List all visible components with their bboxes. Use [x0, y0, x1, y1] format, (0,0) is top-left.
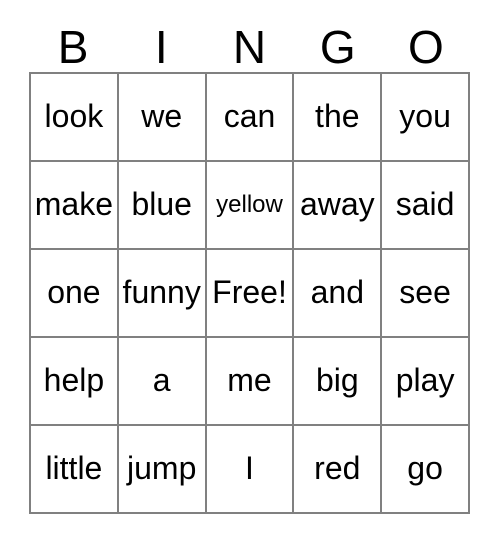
bingo-cell[interactable]: see — [382, 250, 470, 338]
bingo-cell-label: help — [43, 362, 105, 399]
bingo-cell[interactable]: said — [382, 162, 470, 250]
bingo-cell-label: said — [395, 186, 455, 223]
bingo-cell[interactable]: I — [206, 426, 295, 514]
bingo-cell-label: yellow — [216, 191, 283, 219]
bingo-cell-label: a — [152, 362, 171, 399]
bingo-cell-label: the — [315, 98, 360, 135]
bingo-free-space-label: Free! — [212, 274, 287, 311]
bingo-cell[interactable]: big — [294, 338, 383, 426]
bingo-cell[interactable]: play — [382, 338, 470, 426]
bingo-header-row: B I N G O — [29, 14, 470, 72]
bingo-cell[interactable]: funny — [118, 250, 207, 338]
bingo-cell-label: red — [314, 450, 361, 487]
bingo-cell[interactable]: go — [382, 426, 470, 514]
bingo-cell-label: we — [141, 98, 183, 135]
bingo-cell-label: play — [395, 362, 455, 399]
bingo-cell[interactable]: red — [294, 426, 383, 514]
bingo-header-letter-b: B — [57, 21, 89, 73]
bingo-header-letter-n: N — [232, 21, 267, 73]
bingo-cell[interactable]: little — [31, 426, 119, 514]
bingo-row: look we can the you — [31, 74, 470, 162]
bingo-cell[interactable]: blue — [118, 162, 207, 250]
bingo-header-letter-o: O — [408, 21, 444, 73]
bingo-cell-label: look — [44, 98, 104, 135]
bingo-cell[interactable]: and — [294, 250, 383, 338]
bingo-cell-label: little — [45, 450, 103, 487]
bingo-header-letter-i: I — [154, 21, 168, 73]
bingo-row: one funny Free! and see — [31, 250, 470, 338]
bingo-cell-free-space[interactable]: Free! — [206, 250, 295, 338]
bingo-cell-label: jump — [127, 450, 197, 487]
bingo-cell-label: and — [310, 274, 364, 311]
bingo-cell[interactable]: look — [31, 74, 119, 162]
bingo-cell-label: big — [315, 362, 359, 399]
bingo-row: little jump I red go — [31, 426, 470, 514]
bingo-cell-label: funny — [122, 274, 201, 311]
bingo-cell-label: can — [223, 98, 276, 135]
bingo-cell-label: me — [227, 362, 272, 399]
bingo-cell[interactable]: one — [31, 250, 119, 338]
bingo-cell[interactable]: a — [118, 338, 207, 426]
bingo-cell-label: see — [399, 274, 451, 311]
bingo-cell[interactable]: me — [206, 338, 295, 426]
bingo-row: help a me big play — [31, 338, 470, 426]
bingo-cell-label: make — [34, 186, 114, 223]
bingo-cell[interactable]: you — [382, 74, 470, 162]
bingo-cell-label: away — [299, 186, 375, 223]
bingo-header-letter-g: G — [319, 21, 356, 73]
bingo-cell-label: I — [245, 450, 254, 487]
bingo-card: B I N G O look we can the you make blue … — [0, 0, 500, 544]
bingo-cell[interactable]: away — [294, 162, 383, 250]
bingo-cell[interactable]: can — [206, 74, 295, 162]
bingo-row: make blue yellow away said — [31, 162, 470, 250]
bingo-cell-label: one — [47, 274, 101, 311]
bingo-cell[interactable]: we — [118, 74, 207, 162]
bingo-cell-label: blue — [131, 186, 192, 223]
bingo-cell[interactable]: make — [31, 162, 119, 250]
bingo-cell-label: go — [407, 450, 443, 487]
bingo-cell[interactable]: yellow — [206, 162, 295, 250]
bingo-cell[interactable]: help — [31, 338, 119, 426]
bingo-cell-label: you — [399, 98, 451, 135]
bingo-cell[interactable]: the — [294, 74, 383, 162]
bingo-grid: look we can the you make blue yellow awa… — [29, 72, 470, 514]
bingo-cell[interactable]: jump — [118, 426, 207, 514]
